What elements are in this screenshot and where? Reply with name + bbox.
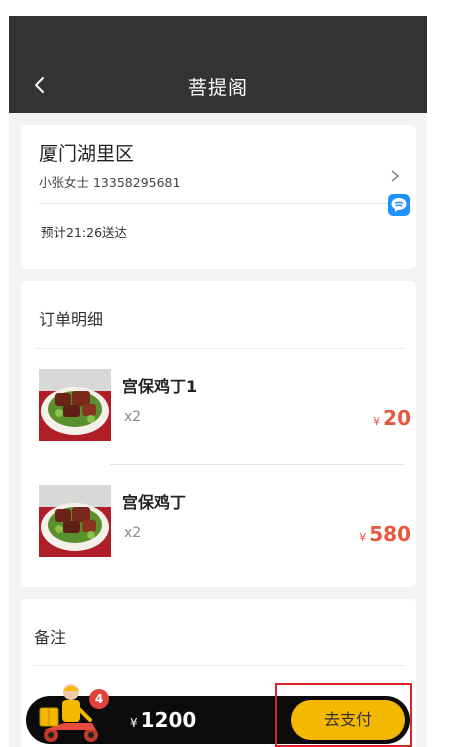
map-app-icon[interactable]	[388, 194, 410, 216]
currency-symbol: ¥	[373, 415, 381, 428]
note-title: 备注	[34, 628, 67, 647]
order-detail-card: 订单明细 宫保鸡丁1 x2 ¥20 宫保鸡丁 x2 ¥ 580	[21, 281, 416, 587]
cart-count-badge: 4	[89, 689, 109, 709]
pay-button[interactable]: 去支付	[291, 700, 405, 740]
order-detail-title: 订单明细	[39, 310, 104, 329]
food-dish-image	[39, 485, 111, 557]
currency-symbol: ¥	[359, 531, 367, 544]
item-quantity: x2	[124, 525, 142, 541]
address-contact: 小张女士 13358295681	[39, 175, 181, 190]
chevron-right-icon[interactable]	[389, 169, 401, 183]
item-price-value: 580	[369, 522, 411, 546]
cart-total-value: 1200	[140, 708, 197, 732]
item-price-value: 20	[383, 406, 411, 430]
address-divider	[39, 203, 399, 204]
address-card[interactable]: 厦门湖里区 小张女士 13358295681 预计21:26送达	[21, 125, 416, 269]
order-item: 宫保鸡丁1 x2 ¥20	[39, 369, 411, 443]
navbar: 菩提阁	[9, 16, 427, 113]
item-name: 宫保鸡丁	[122, 493, 187, 512]
order-item: 宫保鸡丁 x2 ¥580	[39, 485, 411, 559]
cart-total: ¥1200	[130, 708, 196, 732]
order-divider	[35, 348, 405, 349]
item-divider	[110, 464, 405, 465]
page-title: 菩提阁	[187, 77, 248, 99]
item-quantity: x2	[124, 409, 142, 425]
phone-screen: 菩提阁 厦门湖里区 小张女士 13358295681 预计21:26送达 订单明…	[9, 16, 427, 747]
note-divider	[33, 665, 405, 666]
currency-symbol: ¥	[130, 716, 138, 730]
item-name: 宫保鸡丁1	[122, 377, 198, 396]
item-price: ¥580	[359, 522, 411, 546]
food-dish-image	[39, 369, 111, 441]
address-title: 厦门湖里区	[39, 143, 135, 165]
item-price: ¥20	[373, 406, 411, 430]
delivery-eta: 预计21:26送达	[41, 225, 128, 240]
